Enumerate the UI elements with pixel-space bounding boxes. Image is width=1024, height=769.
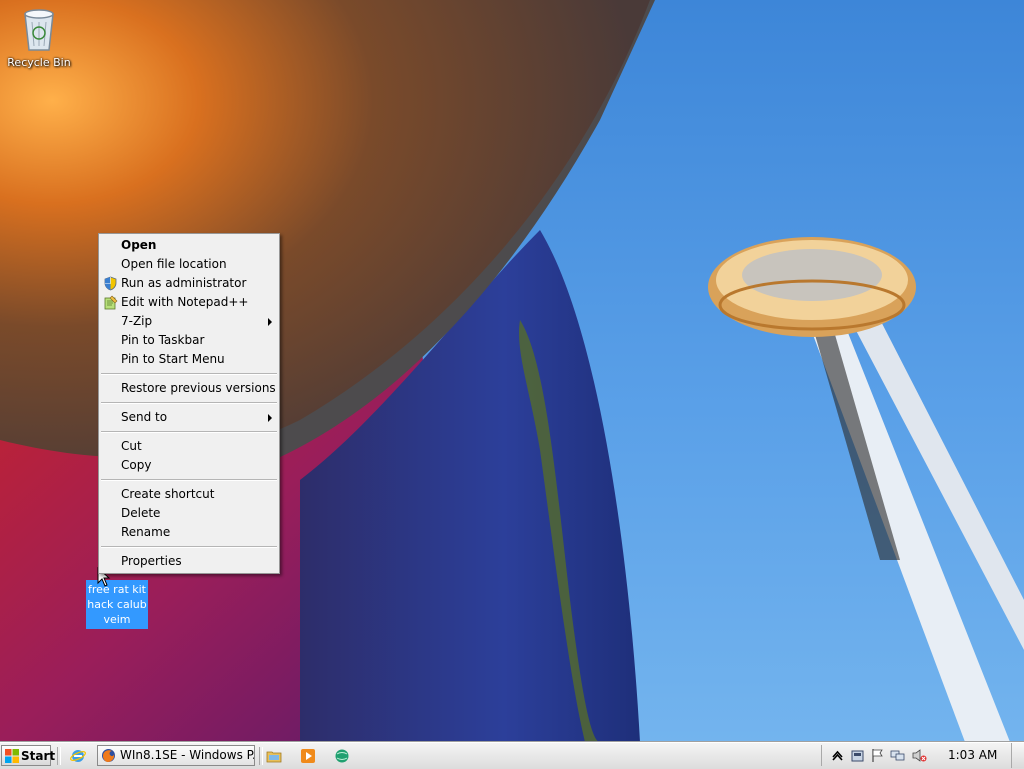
start-label: Start — [21, 749, 56, 763]
menu-item-label: Restore previous versions — [121, 381, 276, 395]
shortcut-label: free rat kit hack calub veim — [86, 580, 148, 629]
menu-item-run-as-administrator[interactable]: Run as administrator — [99, 274, 279, 293]
notepad-plus-plus-icon — [104, 295, 118, 310]
menu-item-label: Send to — [121, 410, 168, 424]
action-center-flag-icon[interactable] — [870, 748, 885, 763]
menu-item-label: Cut — [121, 439, 142, 453]
taskbar-clock[interactable]: 1:03 AM — [948, 745, 997, 766]
menu-item-label: Rename — [121, 525, 171, 539]
uac-shield-icon — [104, 276, 117, 291]
menu-separator — [101, 402, 277, 404]
menu-item-pin-to-start-menu[interactable]: Pin to Start Menu — [99, 350, 279, 369]
recycle-bin-desktop-icon[interactable]: Recycle Bin — [6, 6, 72, 69]
menu-item-open-file-location[interactable]: Open file location — [99, 255, 279, 274]
show-desktop-button[interactable] — [1011, 743, 1024, 768]
menu-separator — [101, 479, 277, 481]
network-icon[interactable] — [890, 748, 905, 763]
menu-item-create-shortcut[interactable]: Create shortcut — [99, 485, 279, 504]
menu-item-label: Delete — [121, 506, 161, 520]
explorer-folder-icon[interactable] — [266, 748, 282, 764]
desktop[interactable]: Recycle Bin free rat kit hack calub veim… — [0, 0, 1024, 742]
menu-item-copy[interactable]: Copy — [99, 456, 279, 475]
menu-item-label: Open — [121, 238, 157, 252]
taskbar: Start WIn8.1SE - Windows P... 1:03 AM — [0, 742, 1024, 769]
windows-flag-icon — [5, 749, 19, 763]
safely-remove-hardware-icon[interactable] — [850, 748, 865, 763]
menu-item-label: Edit with Notepad++ — [121, 295, 249, 309]
menu-item-rename[interactable]: Rename — [99, 523, 279, 542]
menu-item-label: Run as administrator — [121, 276, 247, 290]
menu-item-open[interactable]: Open — [99, 236, 279, 255]
start-button[interactable]: Start — [1, 745, 55, 766]
menu-item-properties[interactable]: Properties — [99, 552, 279, 571]
menu-item-restore-previous-versions[interactable]: Restore previous versions — [99, 379, 279, 398]
menu-item-label: Copy — [121, 458, 152, 472]
system-tray: 1:03 AM — [821, 743, 1024, 768]
space-needle-graphic — [708, 237, 1024, 742]
menu-item-label: 7-Zip — [121, 314, 153, 328]
context-menu: Open Open file location Run as administr… — [98, 233, 280, 574]
show-hidden-icons-chevron[interactable] — [830, 748, 845, 763]
taskbar-separator — [57, 747, 61, 765]
menu-item-pin-to-taskbar[interactable]: Pin to Taskbar — [99, 331, 279, 350]
menu-item-label: Pin to Start Menu — [121, 352, 225, 366]
menu-item-edit-with-notepad-plus-plus[interactable]: Edit with Notepad++ — [99, 293, 279, 312]
taskbar-window-title: WIn8.1SE - Windows P... — [120, 748, 255, 762]
submenu-arrow-icon — [268, 318, 272, 326]
menu-item-7-zip[interactable]: 7-Zip — [99, 312, 279, 331]
menu-item-label: Open file location — [121, 257, 227, 271]
volume-muted-icon[interactable] — [912, 748, 927, 763]
recycle-bin-icon — [19, 6, 59, 52]
recycle-bin-label: Recycle Bin — [7, 56, 71, 69]
taskbar-separator — [259, 747, 263, 765]
menu-item-send-to[interactable]: Send to — [99, 408, 279, 427]
menu-item-label: Create shortcut — [121, 487, 215, 501]
firefox-icon — [102, 749, 115, 762]
network-globe-icon[interactable] — [334, 748, 350, 764]
menu-separator — [101, 373, 277, 375]
internet-explorer-icon[interactable] — [70, 748, 86, 764]
menu-item-label: Properties — [121, 554, 182, 568]
media-player-icon[interactable] — [300, 748, 316, 764]
menu-item-label: Pin to Taskbar — [121, 333, 205, 347]
menu-item-delete[interactable]: Delete — [99, 504, 279, 523]
menu-separator — [101, 431, 277, 433]
taskbar-window-button[interactable]: WIn8.1SE - Windows P... — [97, 745, 255, 766]
submenu-arrow-icon — [268, 414, 272, 422]
menu-item-cut[interactable]: Cut — [99, 437, 279, 456]
menu-separator — [101, 546, 277, 548]
